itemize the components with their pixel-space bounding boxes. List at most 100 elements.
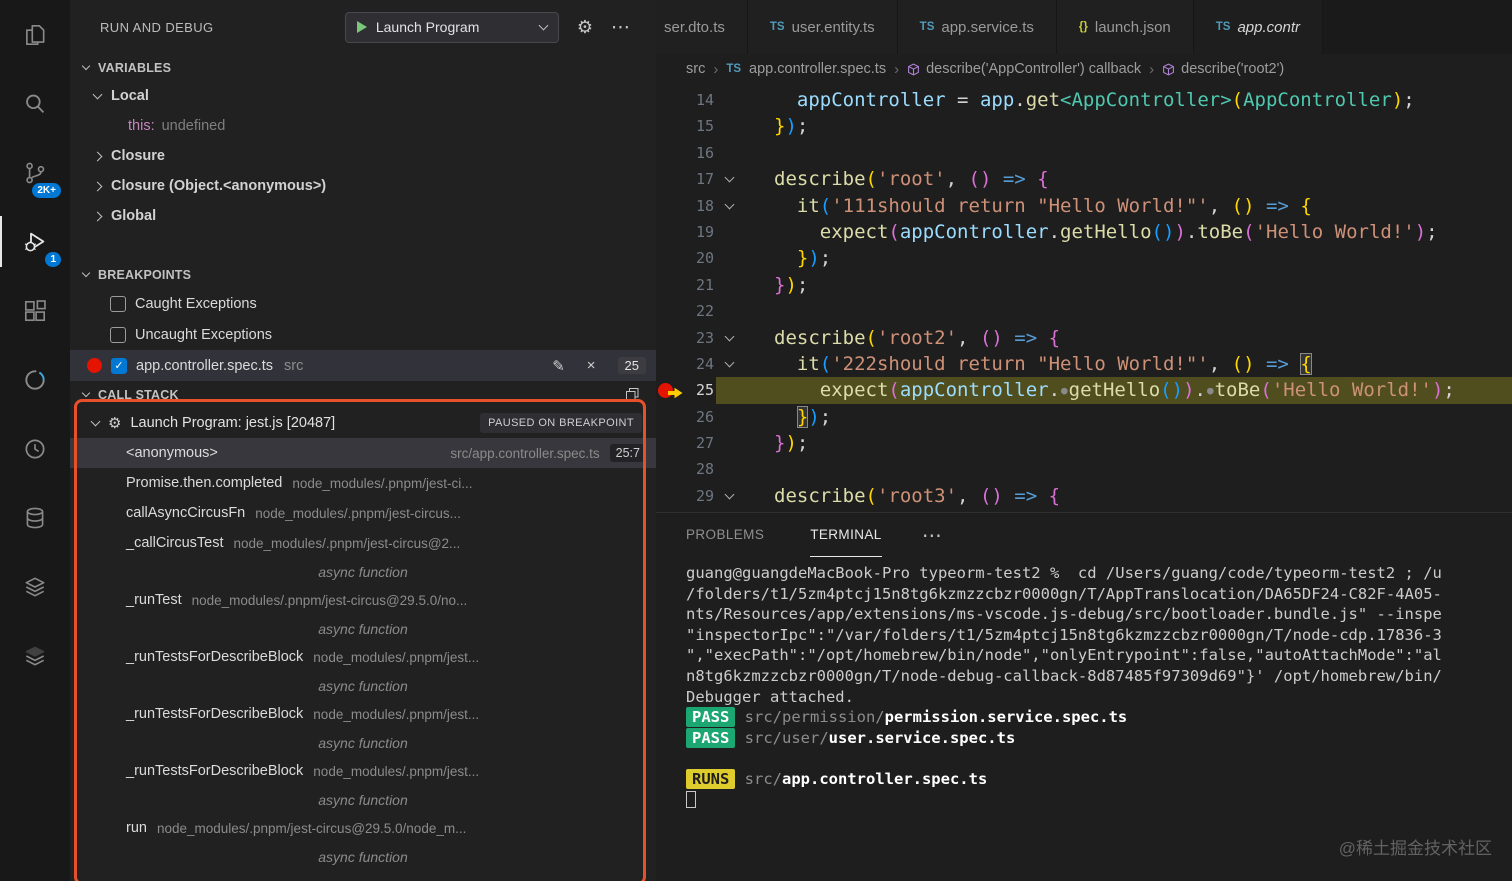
breakpoints-section-header[interactable]: BREAKPOINTS — [70, 261, 656, 288]
copy-call-stack-icon[interactable] — [625, 387, 640, 402]
code-line[interactable]: 18 it('111should return "Hello World!"',… — [656, 193, 1512, 219]
call-stack-frame[interactable]: _callCircusTest node_modules/.pnpm/jest-c… — [70, 528, 656, 558]
ring-extension-button[interactable] — [0, 345, 70, 414]
terminal-line: ","execPath":"/opt/homebrew/bin/node","o… — [686, 646, 1442, 665]
line-number: 14 — [695, 91, 714, 109]
terminal-output[interactable]: guang@guangdeMacBook-Pro typeorm-test2 %… — [656, 557, 1512, 881]
editor-tab[interactable]: {} launch.json — [1056, 0, 1194, 54]
layers-extension-2-button[interactable] — [0, 621, 70, 690]
variables-scope-row[interactable]: Closure — [70, 141, 656, 171]
panel-tab-problems[interactable]: PROBLEMS — [686, 513, 764, 557]
breadcrumb-item[interactable]: TS app.controller.spec.ts — [726, 61, 886, 77]
scope-label: Closure (Object.<anonymous>) — [111, 178, 327, 194]
scope-label: Closure — [111, 148, 165, 164]
code-line[interactable]: 17 describe('root', () => { — [656, 166, 1512, 192]
source-control-button[interactable]: 2K+ — [0, 138, 70, 207]
frame-path: node_modules/.pnpm/jest-circus@2... — [233, 535, 461, 551]
json-file-icon: {} — [1078, 21, 1088, 33]
code-line[interactable]: 20 }); — [656, 245, 1512, 271]
frame-name: run — [126, 820, 147, 836]
code-line[interactable]: 27}); — [656, 430, 1512, 456]
breakpoint-checkbox[interactable]: ✓ — [111, 357, 127, 374]
explorer-button[interactable] — [0, 0, 70, 69]
terminal-line: RUNS src/app.controller.spec.ts — [686, 768, 1512, 790]
call-stack-frame[interactable]: <anonymous> src/app.controller.spec.ts 25:… — [70, 438, 656, 468]
fold-chevron-icon[interactable] — [724, 489, 734, 500]
code-line[interactable]: 23 describe('root2', () => { — [656, 325, 1512, 351]
fold-chevron-icon[interactable] — [724, 331, 734, 342]
variable-value: undefined — [161, 118, 226, 134]
breakpoint-checkbox[interactable] — [110, 326, 126, 343]
breadcrumb-item[interactable]: describe('root2') — [1162, 61, 1284, 77]
call-stack-frame[interactable]: run node_modules/.pnpm/jest-circus@29.5.0… — [70, 813, 656, 843]
code-line[interactable]: 29 describe('root3', () => { — [656, 483, 1512, 509]
terminal-line: guang@guangdeMacBook-Pro typeorm-test2 %… — [686, 564, 1442, 582]
code-line[interactable]: 24 it('222should return "Hello World!"',… — [656, 351, 1512, 377]
panel-tab-terminal[interactable]: TERMINAL — [810, 513, 882, 557]
call-stack-frame[interactable]: _runTestsForDescribeBlock node_modules/.p… — [70, 699, 656, 729]
code-line[interactable]: 15}); — [656, 113, 1512, 139]
call-stack-frame[interactable]: Promise.then.completed node_modules/.pnpm… — [70, 468, 656, 498]
breakpoint-row[interactable]: ✓ app.controller.spec.ts src ✎ × 25 — [70, 350, 656, 381]
breadcrumb-separator: › — [713, 60, 719, 78]
fold-chevron-icon[interactable] — [724, 199, 734, 210]
launch-config-select[interactable]: Launch Program — [344, 11, 559, 43]
code-line[interactable]: 26 }); — [656, 404, 1512, 430]
code-line[interactable]: 16 — [656, 140, 1512, 166]
remove-breakpoint-icon[interactable]: × — [587, 357, 596, 374]
call-stack-frame[interactable]: callAsyncCircusFn node_modules/.pnpm/jest… — [70, 498, 656, 528]
fold-chevron-icon[interactable] — [724, 172, 734, 183]
start-debugging-icon[interactable] — [356, 21, 367, 33]
variables-section-header[interactable]: VARIABLES — [70, 54, 656, 81]
variable-row[interactable]: this: undefined — [70, 111, 656, 141]
variables-scope-row[interactable]: Closure (Object.<anonymous>) — [70, 171, 656, 201]
more-actions-icon[interactable]: ⋯ — [611, 16, 630, 39]
variables-scope-row[interactable]: Local — [70, 81, 656, 111]
editor-tab[interactable]: TSser.dto.ts — [656, 0, 748, 54]
terminal-line: nts/Resources/app/extensions/ms-vscode.j… — [686, 605, 1442, 624]
editor-tab[interactable]: TS app.service.ts — [897, 0, 1057, 54]
breakpoint-checkbox[interactable] — [110, 295, 126, 312]
code-editor[interactable]: 14 appController = app.get<AppController… — [656, 84, 1512, 512]
search-icon — [26, 94, 45, 113]
debug-session-row[interactable]: ⚙ Launch Program: jest.js [20487] PAUSED… — [70, 408, 656, 438]
call-stack-section-header[interactable]: CALL STACK — [70, 381, 656, 408]
call-stack-frame[interactable]: _runTestsForDescribeBlock node_modules/.p… — [70, 642, 656, 672]
chevron-right-icon — [92, 151, 103, 161]
variables-section-label: VARIABLES — [98, 60, 172, 75]
sidebar-title: RUN AND DEBUG — [100, 19, 214, 35]
breakpoint-row[interactable]: Uncaught Exceptions — [70, 319, 656, 350]
database-extension-button[interactable] — [0, 483, 70, 552]
variables-scope-row[interactable]: Global — [70, 201, 656, 231]
call-stack-frame[interactable]: _runTestsForDescribeBlock node_modules/.p… — [70, 756, 656, 786]
code-line[interactable]: 22 — [656, 298, 1512, 324]
editor-tab[interactable]: TS user.entity.ts — [747, 0, 898, 54]
code-line[interactable]: 25 expect(appController.●getHello()).●to… — [656, 377, 1512, 404]
breadcrumb-separator: › — [1149, 60, 1155, 78]
editor-tab[interactable]: TS app.contr — [1193, 0, 1324, 54]
code-line[interactable]: 19 expect(appController.getHello()).toBe… — [656, 219, 1512, 245]
code-line[interactable]: 21}); — [656, 272, 1512, 298]
breadcrumb-item[interactable]: src — [686, 61, 705, 77]
breakpoint-label: Uncaught Exceptions — [135, 326, 273, 343]
fold-chevron-icon[interactable] — [724, 357, 734, 368]
frame-name: _runTest — [126, 592, 182, 608]
breakpoint-row[interactable]: Caught Exceptions — [70, 288, 656, 319]
gear-icon[interactable]: ⚙ — [577, 17, 593, 38]
code-line[interactable]: 28 — [656, 456, 1512, 482]
layers-alt-icon — [25, 646, 45, 666]
clock-extension-button[interactable] — [0, 414, 70, 483]
layers-extension-button[interactable] — [0, 552, 70, 621]
line-number: 22 — [695, 302, 714, 321]
search-button[interactable] — [0, 69, 70, 138]
code-line[interactable]: 14 appController = app.get<AppController… — [656, 87, 1512, 113]
extensions-button[interactable] — [0, 276, 70, 345]
panel-more-actions-icon[interactable]: ⋯ — [922, 523, 942, 548]
call-stack-frame[interactable]: _runTest node_modules/.pnpm/jest-circus@2… — [70, 585, 656, 615]
breadcrumb-item[interactable]: describe('AppController') callback — [907, 61, 1141, 77]
run-and-debug-button[interactable]: 1 — [0, 207, 70, 276]
layers-icon — [25, 577, 45, 597]
line-number: 15 — [695, 117, 714, 136]
edit-breakpoint-icon[interactable]: ✎ — [552, 357, 565, 375]
